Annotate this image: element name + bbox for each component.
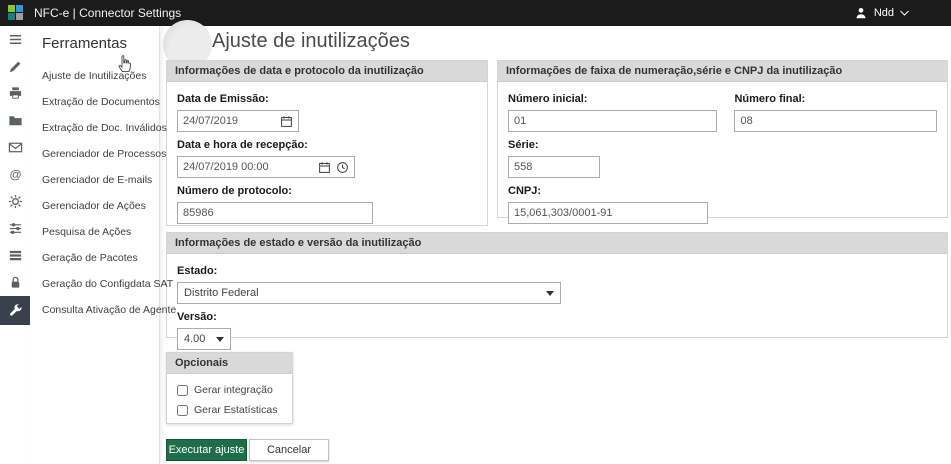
clock-icon[interactable] bbox=[336, 161, 349, 174]
cnpj-input[interactable] bbox=[514, 207, 702, 219]
protocolo-label: Número de protocolo: bbox=[177, 185, 477, 197]
panel-data-protocolo-header: Informações de data e protocolo da inuti… bbox=[167, 61, 487, 82]
at-icon[interactable]: @ bbox=[0, 161, 30, 188]
data-recepcao-field[interactable] bbox=[177, 156, 355, 178]
numero-inicial-field[interactable] bbox=[508, 110, 717, 132]
gear-icon[interactable] bbox=[0, 188, 30, 215]
data-emissao-input[interactable] bbox=[183, 115, 275, 127]
wrench-icon[interactable] bbox=[0, 296, 30, 325]
data-recepcao-input[interactable] bbox=[183, 161, 313, 173]
gerar-integracao-option[interactable]: Gerar integração bbox=[177, 384, 282, 396]
sidebar-item-gerenciador-emails[interactable]: Gerenciador de E-mails bbox=[30, 167, 159, 193]
gerar-integracao-checkbox[interactable] bbox=[177, 385, 188, 396]
folder-icon[interactable] bbox=[0, 107, 30, 134]
topbar: NFC-e | Connector Settings Ndd bbox=[0, 0, 951, 26]
gerar-integracao-label: Gerar integração bbox=[194, 384, 273, 396]
versao-label: Versão: bbox=[177, 311, 937, 323]
user-name: Ndd bbox=[874, 7, 894, 19]
calendar-icon[interactable] bbox=[318, 161, 331, 174]
estado-label: Estado: bbox=[177, 265, 937, 277]
gerar-estatisticas-checkbox[interactable] bbox=[177, 405, 188, 416]
data-emissao-field[interactable] bbox=[177, 110, 299, 132]
user-menu[interactable]: Ndd bbox=[854, 6, 909, 20]
serie-input[interactable] bbox=[514, 161, 594, 173]
numero-final-input[interactable] bbox=[740, 115, 931, 127]
sidebar-item-pesquisa-acoes[interactable]: Pesquisa de Ações bbox=[30, 219, 159, 245]
sidebar-title: Ferramentas bbox=[30, 26, 159, 63]
mail-icon[interactable] bbox=[0, 134, 30, 161]
numero-inicial-label: Número inicial: bbox=[508, 93, 717, 105]
numero-final-label: Número final: bbox=[734, 93, 937, 105]
estado-select[interactable]: Distrito Federal bbox=[177, 282, 561, 304]
panel-opcionais: Opcionais Gerar integração Gerar Estatís… bbox=[166, 352, 293, 424]
cancelar-button[interactable]: Cancelar bbox=[249, 439, 329, 461]
chevron-down-icon bbox=[546, 291, 554, 296]
app-logo-icon bbox=[8, 5, 24, 21]
panel-faixa-cnpj-header: Informações de faixa de numeração,série … bbox=[498, 61, 947, 82]
panel-faixa-cnpj: Informações de faixa de numeração,série … bbox=[497, 60, 948, 218]
chevron-down-icon bbox=[900, 10, 909, 16]
serie-field[interactable] bbox=[508, 156, 600, 178]
sidebar-item-geracao-pacotes[interactable]: Geração de Pacotes bbox=[30, 245, 159, 271]
panel-opcionais-header: Opcionais bbox=[167, 353, 292, 374]
panel-estado-versao: Informações de estado e versão da inutil… bbox=[166, 232, 948, 338]
icon-sidebar: @ bbox=[0, 26, 30, 464]
numero-inicial-input[interactable] bbox=[514, 115, 711, 127]
svg-text:@: @ bbox=[9, 167, 21, 181]
sidebar-item-gerenciador-acoes[interactable]: Gerenciador de Ações bbox=[30, 193, 159, 219]
sidebar-item-extracao-doc-invalidos[interactable]: Extração de Doc. Inválidos bbox=[30, 115, 159, 141]
sidebar-item-geracao-configdata-sat[interactable]: Geração do Configdata SAT bbox=[30, 271, 159, 297]
sidebar-item-ajuste-inutilizacoes[interactable]: Ajuste de Inutilizações bbox=[30, 63, 159, 89]
sidebar-item-gerenciador-processos[interactable]: Gerenciador de Processos bbox=[30, 141, 159, 167]
panel-estado-versao-header: Informações de estado e versão da inutil… bbox=[167, 233, 947, 254]
brush-icon[interactable] bbox=[0, 53, 30, 80]
versao-select[interactable]: 4.00 bbox=[177, 328, 231, 350]
chevron-down-icon bbox=[216, 337, 224, 342]
user-icon bbox=[854, 6, 868, 20]
sidebar-item-extracao-documentos[interactable]: Extração de Documentos bbox=[30, 89, 159, 115]
sidebar-item-consulta-ativacao-agente[interactable]: Consulta Ativação de Agente bbox=[30, 297, 159, 323]
versao-selected-value: 4.00 bbox=[184, 333, 205, 345]
serie-label: Série: bbox=[508, 139, 937, 151]
data-emissao-label: Data de Emissão: bbox=[177, 93, 477, 105]
app-title: NFC-e | Connector Settings bbox=[34, 6, 181, 20]
cnpj-field[interactable] bbox=[508, 202, 708, 224]
sliders-icon[interactable] bbox=[0, 215, 30, 242]
numero-final-field[interactable] bbox=[734, 110, 937, 132]
estado-selected-value: Distrito Federal bbox=[184, 287, 259, 299]
executar-ajuste-button[interactable]: Executar ajuste bbox=[166, 439, 247, 461]
menu-icon[interactable] bbox=[0, 26, 30, 53]
protocolo-input[interactable] bbox=[183, 207, 367, 219]
printer-icon[interactable] bbox=[0, 80, 30, 107]
gerar-estatisticas-option[interactable]: Gerar Estatísticas bbox=[177, 404, 282, 416]
panel-data-protocolo: Informações de data e protocolo da inuti… bbox=[166, 60, 488, 226]
protocolo-field[interactable] bbox=[177, 202, 373, 224]
rows-icon[interactable] bbox=[0, 242, 30, 269]
data-recepcao-label: Data e hora de recepção: bbox=[177, 139, 477, 151]
lock-icon[interactable] bbox=[0, 269, 30, 296]
cnpj-label: CNPJ: bbox=[508, 185, 937, 197]
gerar-estatisticas-label: Gerar Estatísticas bbox=[194, 404, 277, 416]
tools-sidebar: Ferramentas Ajuste de Inutilizações Extr… bbox=[30, 26, 160, 464]
page-title: Ajuste de inutilizações bbox=[212, 30, 410, 53]
calendar-icon[interactable] bbox=[280, 115, 293, 128]
